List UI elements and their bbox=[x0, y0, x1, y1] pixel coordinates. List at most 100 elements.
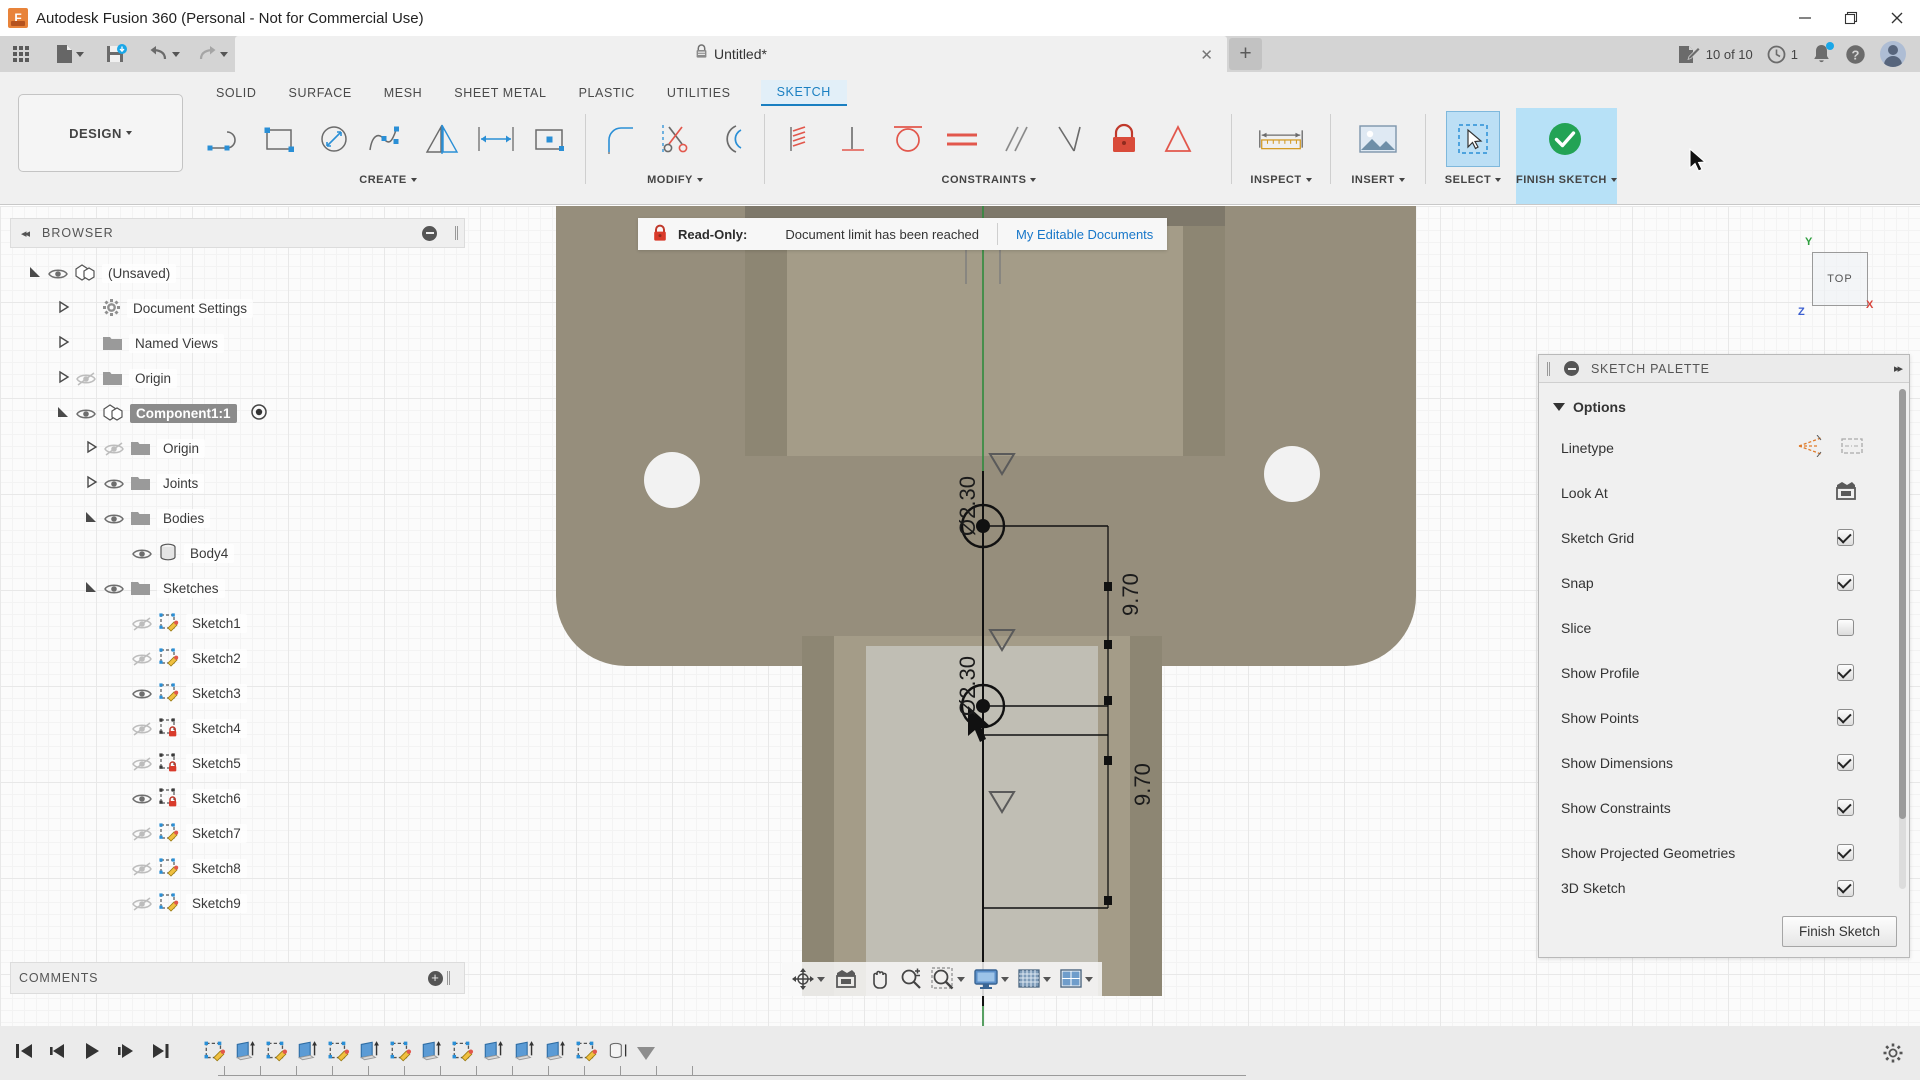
step-back-icon[interactable] bbox=[48, 1041, 68, 1066]
save-icon[interactable] bbox=[101, 39, 131, 69]
show-projected-geometries-checkbox[interactable] bbox=[1837, 844, 1854, 861]
tab-utilities[interactable]: UTILITIES bbox=[651, 81, 747, 105]
browser-item-body4[interactable]: Body4 bbox=[10, 536, 465, 571]
fillet-tool[interactable] bbox=[594, 111, 648, 167]
trim-scissors-tool[interactable] bbox=[648, 111, 702, 167]
finish-sketch-button[interactable]: Finish Sketch bbox=[1781, 916, 1897, 947]
measure-tool[interactable] bbox=[1254, 111, 1308, 167]
panel-inspect-label[interactable]: INSPECT bbox=[1236, 170, 1326, 186]
timeline-feature-extrude[interactable] bbox=[419, 1038, 445, 1064]
palette-row-3d-sketch[interactable]: 3D Sketch bbox=[1539, 875, 1909, 901]
palette-row-snap[interactable]: Snap bbox=[1539, 560, 1909, 605]
eye-hidden-icon[interactable] bbox=[132, 756, 152, 771]
timeline-marker-icon[interactable] bbox=[637, 1046, 655, 1060]
timeline-feature-sketch[interactable] bbox=[264, 1038, 290, 1064]
redo-icon[interactable] bbox=[193, 39, 231, 69]
browser-item-sketch9[interactable]: Sketch9 bbox=[10, 886, 465, 921]
palette-row-show-points[interactable]: Show Points bbox=[1539, 695, 1909, 740]
comments-bar[interactable]: COMMENTS + bbox=[10, 962, 465, 994]
browser-item-sketches[interactable]: Sketches bbox=[10, 571, 465, 606]
panel-create-label[interactable]: CREATE bbox=[195, 170, 581, 186]
eye-visible-icon[interactable] bbox=[104, 512, 124, 526]
timeline-feature-extrude[interactable] bbox=[481, 1038, 507, 1064]
eye-visible-icon[interactable] bbox=[104, 477, 124, 491]
new-tab-button[interactable]: + bbox=[1229, 38, 1262, 70]
browser-item-sketch6[interactable]: Sketch6 bbox=[10, 781, 465, 816]
timeline-feature-sketch[interactable] bbox=[326, 1038, 352, 1064]
eye-visible-icon[interactable] bbox=[132, 547, 152, 561]
rectangle-tool[interactable] bbox=[253, 111, 307, 167]
chevron-down-icon[interactable] bbox=[1043, 976, 1051, 982]
panel-grip[interactable] bbox=[455, 226, 458, 240]
eye-hidden-icon[interactable] bbox=[104, 441, 124, 456]
eye-visible-icon[interactable] bbox=[76, 407, 96, 421]
timeline-feature-sketch[interactable] bbox=[202, 1038, 228, 1064]
eye-visible-icon[interactable] bbox=[48, 267, 68, 281]
line-tool[interactable] bbox=[199, 111, 253, 167]
browser-item-unsaved[interactable]: (Unsaved) bbox=[10, 256, 465, 291]
tab-plastic[interactable]: PLASTIC bbox=[563, 81, 651, 105]
browser-item-sketch1[interactable]: Sketch1 bbox=[10, 606, 465, 641]
grid-snaps-icon[interactable] bbox=[1014, 968, 1054, 990]
activate-radio-icon[interactable] bbox=[250, 404, 267, 423]
minimize-button[interactable] bbox=[1782, 0, 1828, 36]
pan-hand-icon[interactable] bbox=[864, 967, 894, 991]
equal-constraint[interactable] bbox=[935, 111, 989, 167]
document-tab[interactable]: Untitled* ✕ bbox=[235, 36, 1227, 72]
browser-item-named-views[interactable]: Named Views bbox=[10, 326, 465, 361]
slice-checkbox[interactable] bbox=[1837, 619, 1854, 636]
browser-item-bodies[interactable]: Bodies bbox=[10, 501, 465, 536]
palette-row-sketch-grid[interactable]: Sketch Grid bbox=[1539, 515, 1909, 560]
avatar[interactable] bbox=[1880, 41, 1906, 67]
expand-arrow-closed[interactable] bbox=[84, 440, 98, 457]
play-icon[interactable] bbox=[82, 1041, 102, 1066]
tab-solid[interactable]: SOLID bbox=[200, 81, 273, 105]
snap-checkbox[interactable] bbox=[1837, 574, 1854, 591]
browser-item-sketch7[interactable]: Sketch7 bbox=[10, 816, 465, 851]
eye-hidden-icon[interactable] bbox=[132, 861, 152, 876]
browser-item-sketch2[interactable]: Sketch2 bbox=[10, 641, 465, 676]
view-cube[interactable]: TOP bbox=[1812, 252, 1868, 306]
mirror-tool[interactable] bbox=[415, 111, 469, 167]
jobs-status[interactable]: 1 bbox=[1767, 45, 1798, 64]
linetype-centerline-icon[interactable] bbox=[1839, 435, 1865, 460]
chevron-down-icon[interactable] bbox=[172, 51, 180, 57]
browser-item-origin[interactable]: Origin bbox=[10, 431, 465, 466]
circle-tool[interactable] bbox=[307, 111, 361, 167]
finish-sketch-tool[interactable] bbox=[1538, 111, 1592, 167]
sketch-grid-checkbox[interactable] bbox=[1837, 529, 1854, 546]
browser-item-sketch8[interactable]: Sketch8 bbox=[10, 851, 465, 886]
palette-row-show-projected-geometries[interactable]: Show Projected Geometries bbox=[1539, 830, 1909, 875]
step-forward-icon[interactable] bbox=[116, 1041, 136, 1066]
expand-arrow-open[interactable] bbox=[56, 405, 70, 422]
browser-item-sketch3[interactable]: Sketch3 bbox=[10, 676, 465, 711]
palette-row-show-profile[interactable]: Show Profile bbox=[1539, 650, 1909, 695]
chevron-down-icon[interactable] bbox=[817, 976, 825, 982]
chevron-down-icon[interactable] bbox=[220, 51, 228, 57]
expand-arrow-closed[interactable] bbox=[56, 370, 70, 387]
collapse-left-icon[interactable]: ◂◂ bbox=[21, 227, 30, 240]
expand-arrow-open[interactable] bbox=[84, 510, 98, 527]
linetype-construction-icon[interactable] bbox=[1797, 434, 1823, 460]
viewports-icon[interactable] bbox=[1056, 968, 1096, 990]
timeline-feature-hole[interactable] bbox=[605, 1038, 631, 1064]
close-icon[interactable]: ✕ bbox=[1200, 46, 1213, 64]
tab-surface[interactable]: SURFACE bbox=[273, 81, 368, 105]
my-editable-documents-link[interactable]: My Editable Documents bbox=[1016, 227, 1153, 242]
close-button[interactable] bbox=[1874, 0, 1920, 36]
workspace-selector[interactable]: DESIGN bbox=[18, 94, 183, 172]
eye-hidden-icon[interactable] bbox=[132, 721, 152, 736]
show-constraints-checkbox[interactable] bbox=[1837, 799, 1854, 816]
go-to-beginning-icon[interactable] bbox=[14, 1041, 34, 1066]
palette-row-show-dimensions[interactable]: Show Dimensions bbox=[1539, 740, 1909, 785]
offset-tool[interactable] bbox=[702, 111, 756, 167]
eye-hidden-icon[interactable] bbox=[132, 826, 152, 841]
browser-item-origin[interactable]: Origin bbox=[10, 361, 465, 396]
palette-row-show-constraints[interactable]: Show Constraints bbox=[1539, 785, 1909, 830]
show-dimensions-checkbox[interactable] bbox=[1837, 754, 1854, 771]
look-at-icon[interactable] bbox=[830, 968, 862, 990]
timeline-feature-extrude[interactable] bbox=[512, 1038, 538, 1064]
options-section-header[interactable]: Options bbox=[1539, 393, 1909, 425]
tab-mesh[interactable]: MESH bbox=[368, 81, 439, 105]
browser-item-sketch5[interactable]: Sketch5 bbox=[10, 746, 465, 781]
